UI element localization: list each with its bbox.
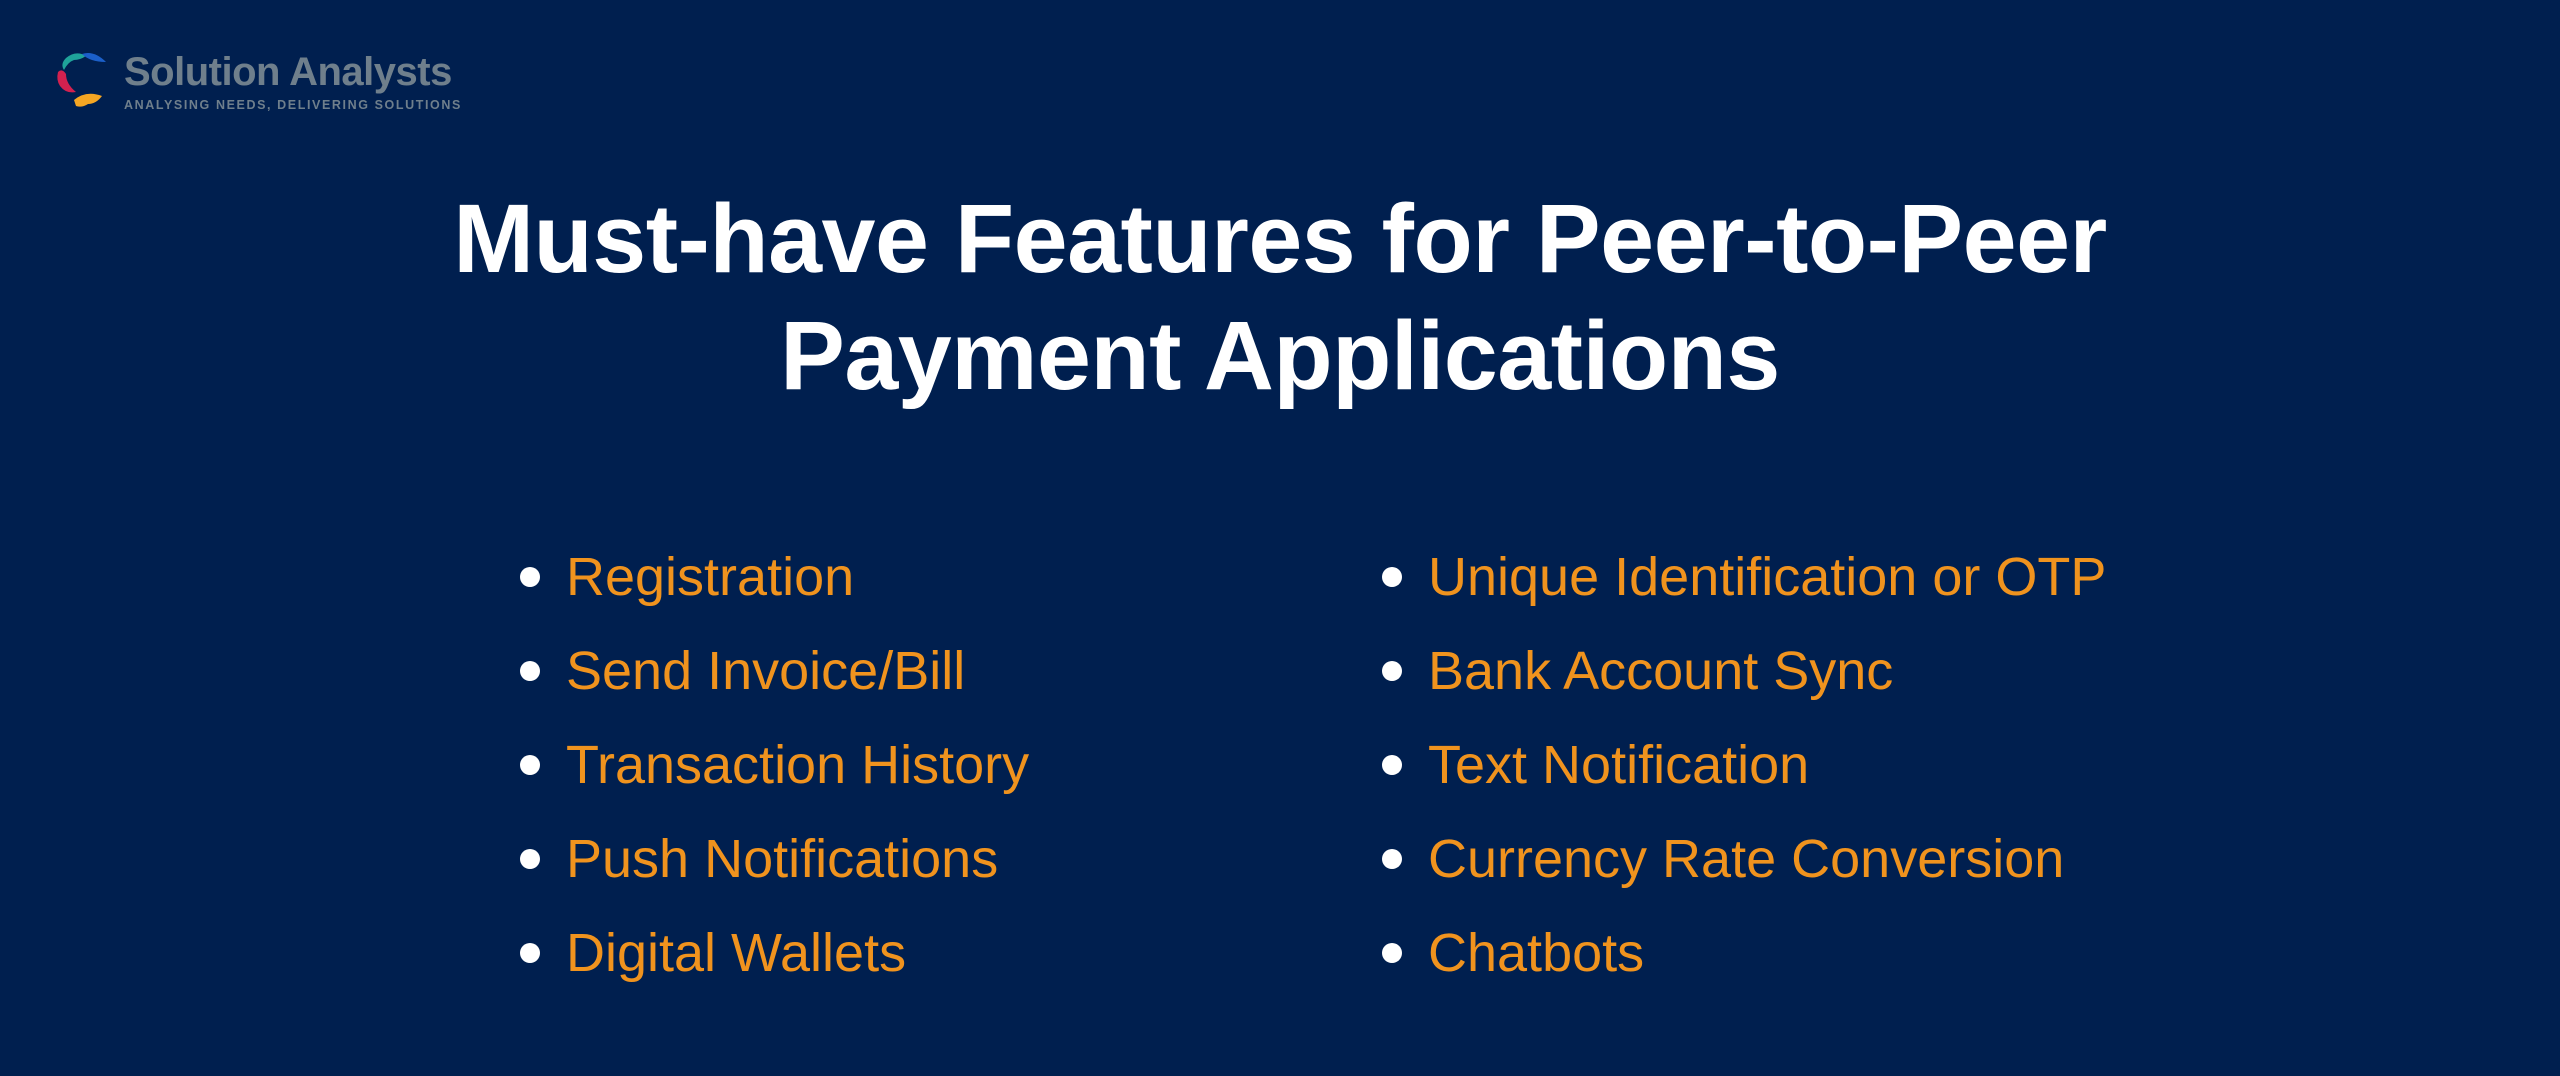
feature-list-right: Unique Identification or OTP Bank Accoun… <box>1382 530 2106 1000</box>
bullet-icon <box>1382 943 1402 963</box>
bullet-icon <box>1382 661 1402 681</box>
bullet-icon <box>520 849 540 869</box>
list-item: Send Invoice/Bill <box>520 624 1029 718</box>
feature-label: Text Notification <box>1428 735 1810 795</box>
feature-label: Unique Identification or OTP <box>1428 547 2107 607</box>
brand-name: Solution Analysts <box>124 50 452 94</box>
bullet-icon <box>1382 849 1402 869</box>
feature-label: Transaction History <box>566 735 1030 795</box>
feature-label: Bank Account Sync <box>1428 641 1894 701</box>
bullet-icon <box>1382 755 1402 775</box>
feature-label: Digital Wallets <box>566 923 907 983</box>
feature-label: Chatbots <box>1428 923 1645 983</box>
page-title: Must-have Features for Peer-to-Peer Paym… <box>0 180 2560 414</box>
feature-label: Currency Rate Conversion <box>1428 829 2065 889</box>
list-item: Currency Rate Conversion <box>1382 812 2106 906</box>
feature-label: Registration <box>566 547 855 607</box>
bullet-icon <box>520 567 540 587</box>
brand-tagline: ANALYSING NEEDS, DELIVERING SOLUTIONS <box>124 98 462 112</box>
list-item: Chatbots <box>1382 906 2106 1000</box>
bullet-icon <box>520 661 540 681</box>
feature-label: Send Invoice/Bill <box>566 641 966 701</box>
feature-list-left: Registration Send Invoice/Bill Transacti… <box>520 530 1029 1000</box>
list-item: Text Notification <box>1382 718 2106 812</box>
pinwheel-logo-icon <box>57 53 106 107</box>
list-item: Registration <box>520 530 1029 624</box>
bullet-icon <box>520 943 540 963</box>
list-item: Push Notifications <box>520 812 1029 906</box>
list-item: Bank Account Sync <box>1382 624 2106 718</box>
list-item: Unique Identification or OTP <box>1382 530 2106 624</box>
bullet-icon <box>520 755 540 775</box>
title-line-2: Payment Applications <box>780 301 1780 410</box>
bullet-icon <box>1382 567 1402 587</box>
brand-logo: Solution Analysts ANALYSING NEEDS, DELIV… <box>52 50 462 114</box>
title-line-1: Must-have Features for Peer-to-Peer <box>453 184 2107 293</box>
list-item: Transaction History <box>520 718 1029 812</box>
feature-label: Push Notifications <box>566 829 999 889</box>
list-item: Digital Wallets <box>520 906 1029 1000</box>
